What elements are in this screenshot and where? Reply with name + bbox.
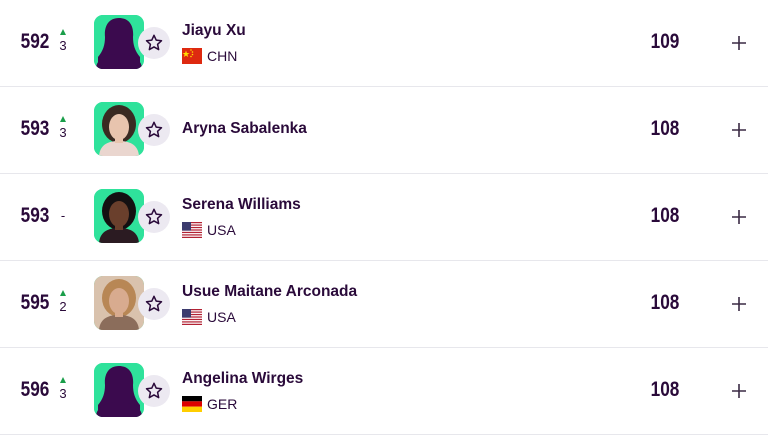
player-country: USA: [182, 221, 236, 239]
arrow-up-icon: [60, 29, 66, 35]
player-country: GER: [182, 395, 237, 413]
rank-movement-value: -: [60, 208, 66, 223]
ranking-row[interactable]: 596 3 Angelina Wirges GER 108: [0, 348, 768, 435]
rankings-list: 592 3 Jiayu Xu CHN 109 593 3 Aryna Sabalenka 108…: [0, 0, 768, 435]
star-icon: [144, 33, 164, 53]
rank-number: 595: [20, 291, 50, 314]
country-code: USA: [207, 222, 236, 238]
rank-movement-value: 3: [59, 125, 67, 140]
favorite-button[interactable]: [138, 27, 170, 59]
player-name[interactable]: Serena Williams: [182, 196, 301, 214]
rank-movement-value: 2: [59, 299, 67, 314]
ranking-row[interactable]: 593- Serena Williams USA 108: [0, 174, 768, 261]
player-name[interactable]: Aryna Sabalenka: [182, 120, 307, 138]
player-photo: [94, 276, 144, 330]
plus-icon: [732, 123, 746, 137]
arrow-up-icon: [60, 116, 66, 122]
player-name[interactable]: Angelina Wirges: [182, 370, 303, 388]
player-avatar[interactable]: [94, 189, 144, 243]
player-photo: [94, 102, 144, 156]
add-button[interactable]: [728, 32, 750, 54]
ranking-row[interactable]: 595 2 Usue Maitane Arconada USA 108: [0, 261, 768, 348]
points-value: 108: [650, 378, 680, 401]
rank-movement: 3: [54, 116, 72, 140]
plus-icon: [732, 210, 746, 224]
player-avatar[interactable]: [94, 102, 144, 156]
rank-movement: 3: [54, 29, 72, 53]
add-button[interactable]: [728, 293, 750, 315]
usa-flag: [182, 222, 202, 238]
player-name[interactable]: Jiayu Xu: [182, 22, 246, 40]
plus-icon: [732, 36, 746, 50]
favorite-button[interactable]: [138, 375, 170, 407]
add-button[interactable]: [728, 119, 750, 141]
player-country: USA: [182, 308, 236, 326]
china-flag: [182, 48, 202, 64]
points-value: 108: [650, 117, 680, 140]
add-button[interactable]: [728, 380, 750, 402]
player-country: CHN: [182, 47, 237, 65]
country-code: USA: [207, 309, 236, 325]
rank-number: 593: [20, 204, 50, 227]
points-value: 109: [650, 30, 680, 53]
star-icon: [144, 120, 164, 140]
player-avatar[interactable]: [94, 276, 144, 330]
add-button[interactable]: [728, 206, 750, 228]
points-value: 108: [650, 291, 680, 314]
rank-number: 596: [20, 378, 50, 401]
plus-icon: [732, 297, 746, 311]
usa-flag: [182, 309, 202, 325]
silhouette-placeholder: [94, 15, 144, 69]
star-icon: [144, 381, 164, 401]
country-code: GER: [207, 396, 238, 412]
favorite-button[interactable]: [138, 288, 170, 320]
player-avatar[interactable]: [94, 15, 144, 69]
favorite-button[interactable]: [138, 201, 170, 233]
rank-number: 593: [20, 117, 50, 140]
rank-number: 592: [20, 30, 50, 53]
rank-movement-value: 3: [59, 386, 67, 401]
points-value: 108: [650, 204, 680, 227]
ranking-row[interactable]: 593 3 Aryna Sabalenka 108: [0, 87, 768, 174]
rank-movement: -: [54, 208, 72, 223]
country-code: CHN: [207, 48, 238, 64]
silhouette-placeholder: [94, 363, 144, 417]
star-icon: [144, 207, 164, 227]
germany-flag: [182, 396, 202, 412]
player-avatar[interactable]: [94, 363, 144, 417]
star-icon: [144, 294, 164, 314]
rank-movement-value: 3: [59, 38, 67, 53]
ranking-row[interactable]: 592 3 Jiayu Xu CHN 109: [0, 0, 768, 87]
favorite-button[interactable]: [138, 114, 170, 146]
rank-movement: 3: [54, 377, 72, 401]
player-name[interactable]: Usue Maitane Arconada: [182, 283, 357, 301]
rank-movement: 2: [54, 290, 72, 314]
arrow-up-icon: [60, 290, 66, 296]
player-photo: [94, 189, 144, 243]
arrow-up-icon: [60, 377, 66, 383]
plus-icon: [732, 384, 746, 398]
